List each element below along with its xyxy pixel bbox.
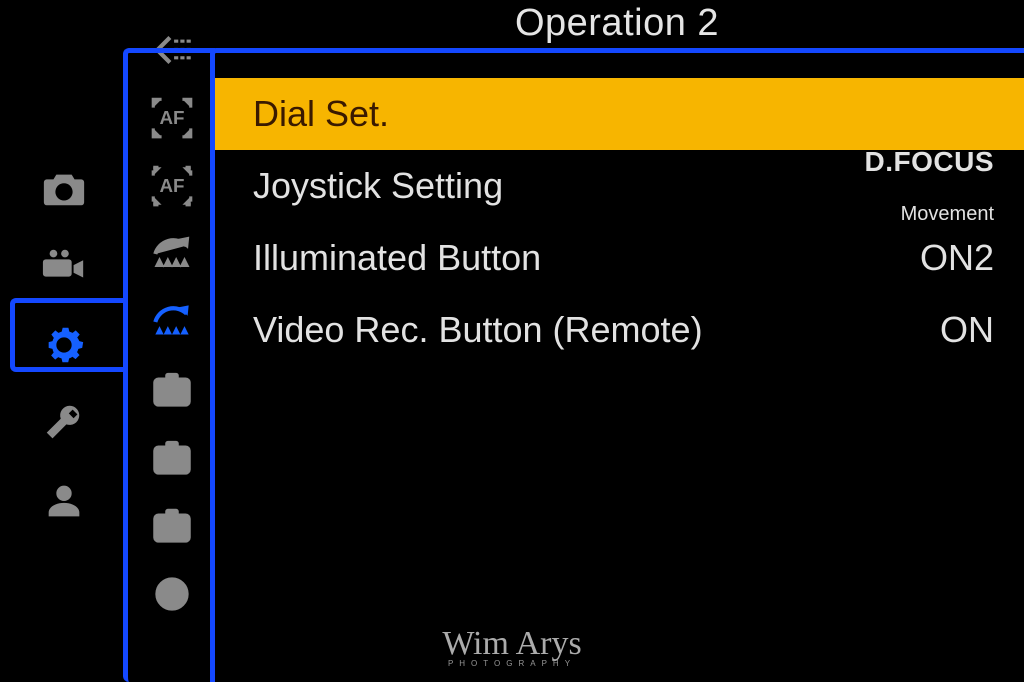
menu-item-value: D.FOCUS Movement <box>865 118 995 255</box>
gear-icon <box>41 322 87 368</box>
page-title: Operation 2 <box>210 2 1024 45</box>
menu-list: Dial Set. Joystick Setting D.FOCUS Movem… <box>215 78 1024 366</box>
setup-tab[interactable] <box>29 388 99 458</box>
menu-item-label: Illuminated Button <box>253 237 920 279</box>
menu-item-value: ON2 <box>920 239 994 277</box>
video-tab[interactable] <box>29 232 99 302</box>
menu-item-value: ON <box>940 311 994 349</box>
person-icon <box>41 478 87 524</box>
content-border-bottom <box>123 367 215 682</box>
photo-tab[interactable] <box>29 154 99 224</box>
camera-icon <box>41 166 87 212</box>
video-camera-icon <box>41 244 87 290</box>
menu-item-label: Video Rec. Button (Remote) <box>253 309 940 351</box>
menu-item-joystick-setting[interactable]: Joystick Setting D.FOCUS Movement <box>215 150 1024 222</box>
mymenu-tab[interactable] <box>29 466 99 536</box>
wrench-icon <box>41 400 87 446</box>
content-border-top <box>123 48 215 373</box>
custom-tab[interactable] <box>29 310 99 380</box>
menu-item-video-rec-button-remote[interactable]: Video Rec. Button (Remote) ON <box>215 294 1024 366</box>
menu-item-label: Joystick Setting <box>253 165 865 207</box>
